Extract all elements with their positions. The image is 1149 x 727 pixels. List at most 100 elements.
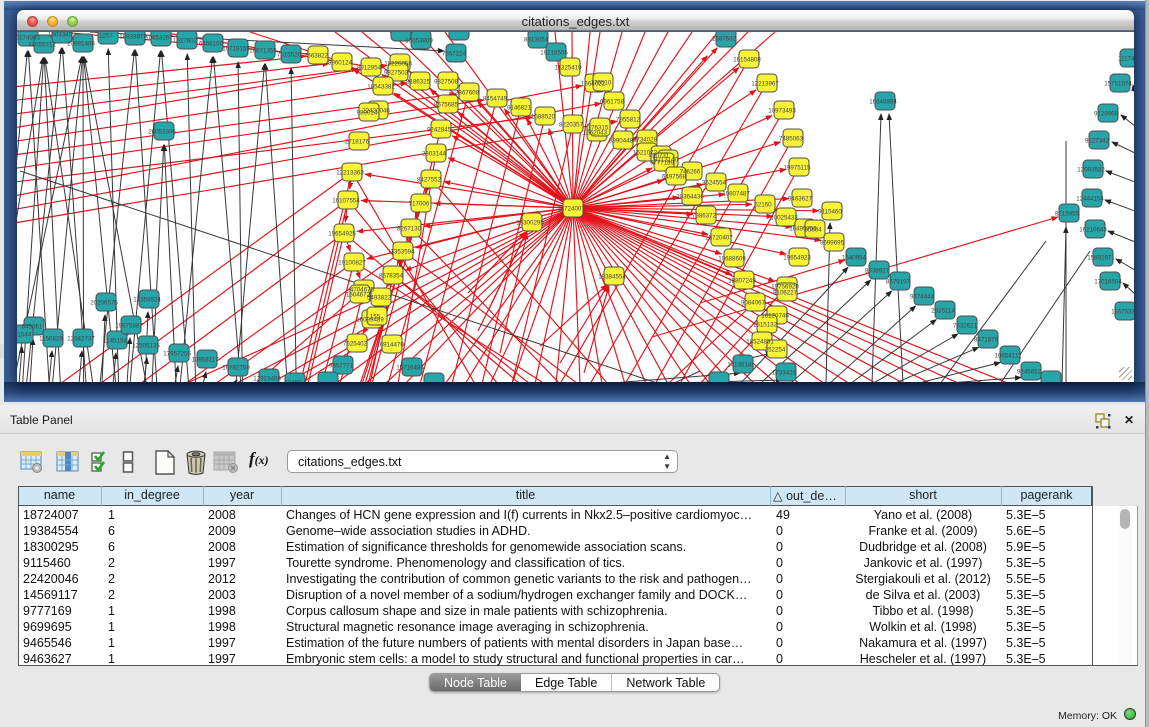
svg-text:1156829: 1156829 — [39, 336, 63, 343]
svg-text:1640954: 1640954 — [842, 255, 867, 262]
svg-text:10654112: 10654112 — [994, 353, 1022, 360]
svg-text:7663822: 7663822 — [304, 53, 329, 60]
svg-text:8938927: 8938927 — [865, 268, 890, 275]
svg-text:19218506: 19218506 — [540, 50, 568, 57]
svg-text:845061: 845061 — [22, 324, 43, 331]
svg-text:7515526: 7515526 — [277, 52, 302, 59]
svg-text:6734028: 6734028 — [633, 137, 658, 144]
svg-text:8813054: 8813054 — [524, 37, 549, 44]
svg-text:9129966: 9129966 — [1094, 111, 1119, 118]
svg-text:2718176: 2718176 — [345, 139, 370, 146]
svg-text:9242845: 9242845 — [427, 127, 452, 134]
svg-text:18939979: 18939979 — [119, 34, 147, 41]
svg-text:2867608: 2867608 — [455, 90, 480, 97]
svg-text:17957255: 17957255 — [163, 351, 191, 358]
svg-text:16671355: 16671355 — [249, 48, 277, 55]
svg-text:16648894: 16648894 — [869, 99, 897, 106]
svg-text:9245652: 9245652 — [1017, 369, 1042, 376]
svg-text:16782759: 16782759 — [222, 365, 250, 372]
svg-text:10973493: 10973493 — [768, 108, 796, 115]
svg-text:9474444: 9474444 — [910, 294, 935, 301]
svg-text:10688609: 10688609 — [718, 256, 746, 263]
svg-text:11325419: 11325419 — [554, 65, 582, 72]
svg-text:18300295: 18300295 — [516, 220, 544, 227]
svg-text:92450: 92450 — [284, 380, 302, 383]
svg-text:16543382: 16543382 — [367, 84, 395, 91]
svg-text:20053346: 20053346 — [148, 129, 176, 136]
svg-text:16053809: 16053809 — [405, 38, 433, 45]
svg-text:12213967: 12213967 — [751, 81, 779, 88]
svg-text:20174963: 20174963 — [17, 35, 40, 42]
svg-text:19384554: 19384554 — [598, 274, 626, 281]
svg-text:1257: 1257 — [99, 33, 113, 40]
svg-text:16914479: 16914479 — [376, 342, 404, 349]
svg-text:95604: 95604 — [804, 227, 822, 234]
svg-text:14136141: 14136141 — [727, 362, 755, 369]
svg-text:6497568: 6497568 — [662, 174, 687, 181]
svg-text:1903345: 1903345 — [48, 32, 73, 39]
svg-text:8220357: 8220357 — [559, 122, 584, 129]
svg-text:8675685: 8675685 — [434, 102, 459, 109]
svg-text:9227342: 9227342 — [1085, 138, 1110, 145]
svg-text:16107554: 16107554 — [332, 198, 360, 205]
svg-text:9699695: 9699695 — [820, 240, 845, 247]
svg-text:16154808: 16154808 — [733, 57, 761, 64]
svg-text:9857771: 9857771 — [329, 363, 354, 370]
svg-text:176315: 176315 — [588, 125, 609, 132]
svg-text:20364436: 20364436 — [676, 194, 704, 201]
svg-text:20691406: 20691406 — [67, 41, 95, 48]
svg-text:10025433: 10025433 — [770, 215, 798, 222]
svg-text:18724007: 18724007 — [557, 206, 585, 213]
svg-text:17016504: 17016504 — [1094, 279, 1122, 286]
svg-text:14055712: 14055712 — [28, 42, 56, 49]
svg-text:1615132: 1615132 — [753, 322, 778, 329]
svg-text:10719155: 10719155 — [222, 46, 250, 53]
svg-text:7557224: 7557224 — [442, 51, 467, 58]
svg-text:1733426: 1733426 — [772, 370, 797, 377]
svg-text:3624554: 3624554 — [702, 180, 727, 187]
svg-text:2803144: 2803144 — [422, 151, 447, 158]
svg-text:2687682: 2687682 — [712, 36, 737, 43]
svg-text:16210643: 16210643 — [1079, 227, 1107, 234]
svg-text:10958117: 10958117 — [191, 357, 219, 364]
svg-text:19975115: 19975115 — [783, 165, 811, 172]
svg-text:9777169: 9777169 — [650, 160, 675, 167]
svg-text:6961758: 6961758 — [600, 99, 625, 106]
svg-text:8912954: 8912954 — [357, 65, 382, 72]
svg-text:9084067: 9084067 — [741, 300, 766, 307]
svg-text:12923468: 12923468 — [253, 376, 281, 383]
svg-text:9115460: 9115460 — [818, 209, 842, 216]
svg-text:8186325: 8186325 — [406, 79, 431, 86]
svg-text:19975887: 19975887 — [115, 323, 143, 330]
svg-text:1588520: 1588520 — [531, 114, 556, 121]
svg-text:7632621: 7632621 — [953, 323, 978, 330]
svg-text:20206575: 20206575 — [90, 300, 118, 307]
svg-text:155: 155 — [370, 314, 381, 321]
svg-text:9106227: 9106227 — [773, 290, 798, 297]
svg-text:7485063: 7485063 — [779, 136, 804, 143]
svg-text:16120746: 16120746 — [761, 313, 789, 320]
svg-text:7986372: 7986372 — [692, 213, 717, 220]
svg-text:12213363: 12213363 — [336, 170, 364, 177]
svg-text:391544: 391544 — [17, 332, 32, 339]
svg-text:18524851: 18524851 — [746, 339, 774, 346]
svg-text:17359924: 17359924 — [133, 297, 161, 304]
svg-text:10807487: 10807487 — [722, 191, 750, 198]
svg-text:252254: 252254 — [765, 347, 786, 354]
svg-text:19100827: 19100827 — [338, 260, 366, 267]
svg-text:18226058: 18226058 — [384, 61, 412, 68]
svg-text:62160: 62160 — [754, 202, 772, 209]
svg-text:8454749: 8454749 — [483, 96, 508, 103]
svg-text:9463627: 9463627 — [788, 196, 813, 203]
svg-text:6466160: 6466160 — [199, 41, 224, 48]
svg-text:9960124: 9960124 — [328, 60, 353, 67]
svg-text:9827503: 9827503 — [384, 70, 409, 77]
svg-text:12505135: 12505135 — [132, 343, 160, 350]
svg-text:1527602: 1527602 — [173, 38, 198, 45]
svg-text:1145194: 1145194 — [103, 338, 127, 345]
svg-text:18807249: 18807249 — [728, 278, 756, 285]
svg-text:8215955: 8215955 — [1055, 211, 1080, 218]
svg-text:12942737: 12942737 — [67, 336, 95, 343]
svg-text:9827508: 9827508 — [434, 79, 459, 86]
svg-text:8679197: 8679197 — [886, 279, 911, 286]
